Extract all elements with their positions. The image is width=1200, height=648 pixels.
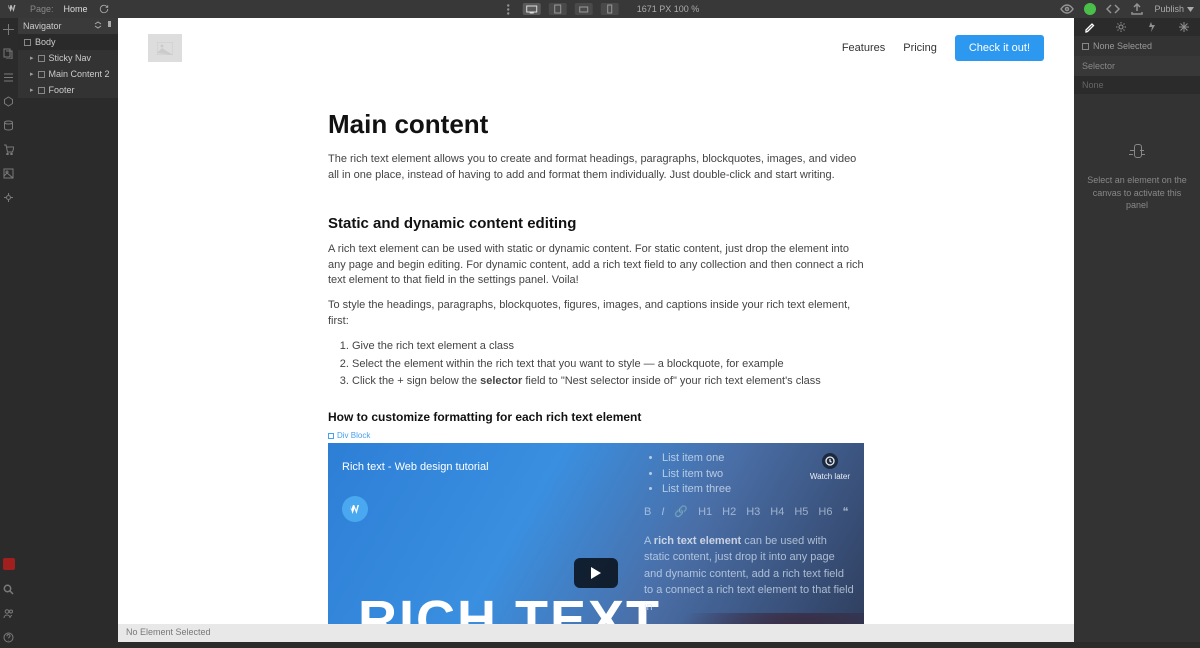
selector-label: Selector bbox=[1074, 56, 1200, 76]
panel-hint: Select an element on the canvas to activ… bbox=[1082, 144, 1192, 212]
toolbar-quote-icon: ❝ bbox=[842, 505, 848, 520]
audit-icon[interactable] bbox=[3, 558, 15, 570]
video-overlay-sidebar: List item one List item two List item th… bbox=[634, 443, 864, 624]
navigator-item-main-content[interactable]: ▸Main Content 2 bbox=[18, 66, 118, 82]
video-title: Rich text - Web design tutorial bbox=[342, 460, 489, 475]
cursor-click-icon bbox=[1128, 144, 1146, 166]
navigator-icon[interactable] bbox=[3, 70, 15, 82]
right-panel-tabs bbox=[1074, 18, 1200, 36]
right-panel: None Selected Selector None Select an el… bbox=[1074, 18, 1200, 642]
style-tab-icon[interactable] bbox=[1083, 20, 1097, 34]
left-tool-rail bbox=[0, 18, 18, 642]
settings-rail-icon[interactable] bbox=[3, 190, 15, 202]
selector-input[interactable]: None bbox=[1074, 76, 1200, 94]
site-nav: Features Pricing Check it out! bbox=[842, 35, 1044, 61]
cms-icon[interactable] bbox=[3, 118, 15, 130]
reload-icon[interactable] bbox=[98, 3, 110, 15]
content-p1[interactable]: The rich text element allows you to crea… bbox=[328, 152, 864, 183]
viewport-mobile-landscape-button[interactable] bbox=[575, 3, 593, 15]
assets-icon[interactable] bbox=[3, 166, 15, 178]
site-logo-placeholder[interactable] bbox=[148, 34, 182, 62]
viewport-size-text: 1671 PX 100 % bbox=[637, 4, 700, 14]
top-toolbar: Page: Home 1671 PX 100 % Publish bbox=[0, 0, 1200, 18]
selection-indicator: None Selected bbox=[1074, 36, 1200, 56]
interactions-tab-icon[interactable] bbox=[1146, 20, 1160, 34]
toolbar-bold-icon: B bbox=[644, 505, 651, 520]
preview-eye-icon[interactable] bbox=[1060, 2, 1074, 16]
settings-tab-icon[interactable] bbox=[1114, 20, 1128, 34]
page-name[interactable]: Home bbox=[64, 4, 88, 14]
content-p3[interactable]: To style the headings, paragraphs, block… bbox=[328, 298, 864, 329]
nav-link-features[interactable]: Features bbox=[842, 42, 885, 54]
content-p2[interactable]: A rich text element can be used with sta… bbox=[328, 242, 864, 288]
share-icon[interactable] bbox=[1130, 2, 1144, 16]
navigator-item-footer[interactable]: ▸Footer bbox=[18, 82, 118, 98]
help-icon[interactable] bbox=[3, 630, 15, 642]
element-label-divblock[interactable]: Div Block bbox=[328, 430, 864, 441]
nav-cta-button[interactable]: Check it out! bbox=[955, 35, 1044, 61]
play-icon bbox=[591, 567, 601, 579]
users-icon[interactable] bbox=[3, 606, 15, 618]
list-item[interactable]: Give the rich text element a class bbox=[352, 339, 864, 354]
content-h3[interactable]: How to customize formatting for each ric… bbox=[328, 409, 864, 426]
symbols-icon[interactable] bbox=[3, 94, 15, 106]
navigator-collapse-icon[interactable] bbox=[94, 21, 102, 31]
publish-button[interactable]: Publish bbox=[1154, 4, 1194, 14]
list-item[interactable]: Select the element within the rich text … bbox=[352, 357, 864, 372]
webflow-logo-icon[interactable] bbox=[6, 2, 20, 16]
status-text: No Element Selected bbox=[126, 627, 211, 637]
navigator-item-sticky-nav[interactable]: ▸Sticky Nav bbox=[18, 50, 118, 66]
viewport-menu-icon[interactable] bbox=[501, 2, 515, 16]
toolbar-italic-icon: I bbox=[661, 505, 664, 520]
content-list[interactable]: Give the rich text element a class Selec… bbox=[352, 339, 864, 389]
page-label: Page: bbox=[30, 4, 54, 14]
search-icon[interactable] bbox=[3, 582, 15, 594]
navigator-pin-icon[interactable] bbox=[106, 21, 113, 31]
viewport-tablet-button[interactable] bbox=[549, 3, 567, 15]
navigator-header: Navigator bbox=[18, 18, 118, 34]
video-channel-avatar[interactable] bbox=[342, 496, 368, 522]
content-h1[interactable]: Main content bbox=[328, 106, 864, 142]
viewport-desktop-button[interactable] bbox=[523, 3, 541, 15]
effects-tab-icon[interactable] bbox=[1177, 20, 1191, 34]
content-h2[interactable]: Static and dynamic content editing bbox=[328, 213, 864, 234]
video-overlay-title: RICH TEXT bbox=[358, 583, 661, 624]
code-export-icon[interactable] bbox=[1106, 2, 1120, 16]
site-header: Features Pricing Check it out! bbox=[118, 18, 1074, 78]
navigator-panel: Navigator Body ▸Sticky Nav ▸Main Content… bbox=[18, 18, 118, 98]
add-element-icon[interactable] bbox=[3, 22, 15, 34]
canvas[interactable]: Features Pricing Check it out! Main cont… bbox=[118, 18, 1074, 624]
viewport-mobile-button[interactable] bbox=[601, 3, 619, 15]
toolbar-link-icon: 🔗 bbox=[674, 505, 688, 520]
navigator-title: Navigator bbox=[23, 21, 62, 31]
pages-icon[interactable] bbox=[3, 46, 15, 58]
ecommerce-icon[interactable] bbox=[3, 142, 15, 154]
nav-link-pricing[interactable]: Pricing bbox=[903, 42, 937, 54]
status-ok-icon[interactable] bbox=[1084, 3, 1096, 15]
navigator-item-body[interactable]: Body bbox=[18, 34, 118, 50]
list-item[interactable]: Click the + sign below the selector fiel… bbox=[352, 374, 864, 389]
main-content: Main content The rich text element allow… bbox=[118, 78, 1074, 624]
video-embed[interactable]: Rich text - Web design tutorial Watch la… bbox=[328, 443, 864, 624]
status-bar: No Element Selected bbox=[118, 624, 1074, 642]
